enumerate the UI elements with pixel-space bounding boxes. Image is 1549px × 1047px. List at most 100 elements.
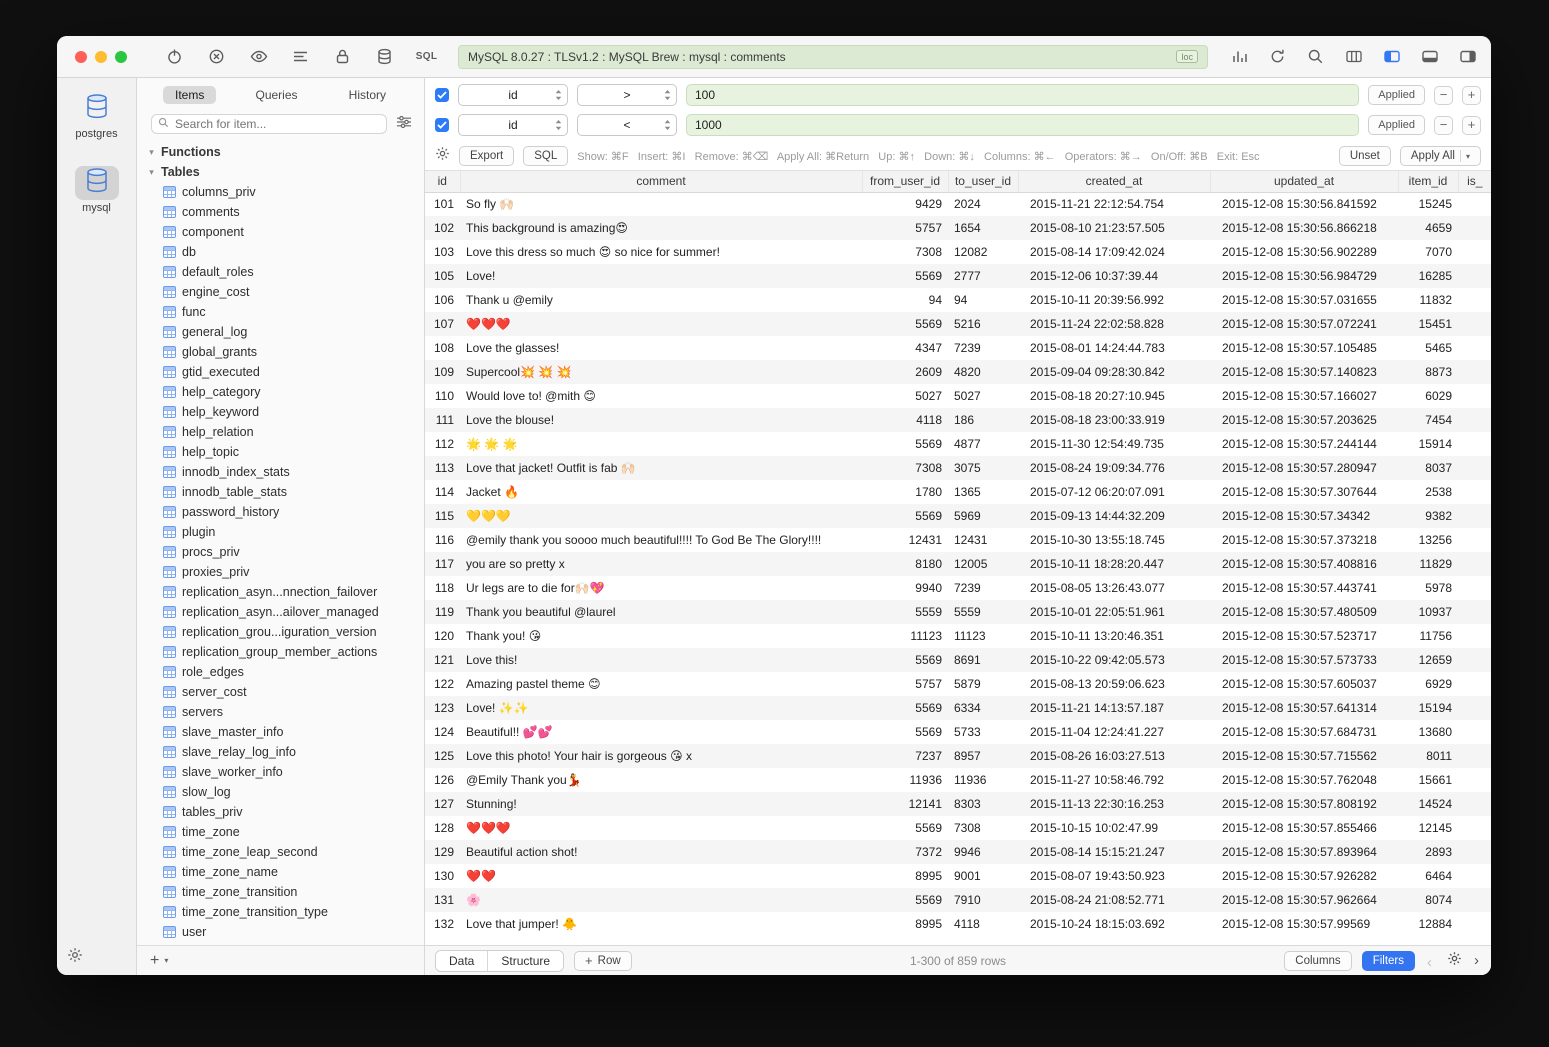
column-header-id[interactable]: id	[425, 171, 460, 192]
cell[interactable]: 4820	[948, 360, 1018, 384]
cell[interactable]: 110	[425, 384, 460, 408]
cell[interactable]: 132	[425, 912, 460, 936]
cell[interactable]: 5465	[1398, 336, 1458, 360]
cell[interactable]: 101	[425, 192, 460, 216]
cell[interactable]: 8074	[1398, 888, 1458, 912]
cell[interactable]: 2015-12-08 15:30:57.808192	[1210, 792, 1398, 816]
cell[interactable]: 2015-12-08 15:30:57.684731	[1210, 720, 1398, 744]
cell[interactable]: 106	[425, 288, 460, 312]
cell[interactable]: 2015-11-13 22:30:16.253	[1018, 792, 1210, 816]
cell[interactable]: 11829	[1398, 552, 1458, 576]
cell[interactable]: 11832	[1398, 288, 1458, 312]
cell[interactable]: 5559	[948, 600, 1018, 624]
sidebar-table-item[interactable]: password_history	[137, 502, 424, 522]
cell[interactable]	[1458, 528, 1491, 552]
cell[interactable]: 2015-08-14 15:15:21.247	[1018, 840, 1210, 864]
table-row[interactable]: 107❤️❤️❤️556952162015-11-24 22:02:58.828…	[425, 312, 1491, 336]
tab-history[interactable]: History	[337, 86, 398, 104]
cell[interactable]: Love! ✨✨	[460, 696, 862, 720]
connect-icon[interactable]	[165, 47, 184, 66]
cell[interactable]: 2015-12-08 15:30:57.926282	[1210, 864, 1398, 888]
cell[interactable]: 129	[425, 840, 460, 864]
cell[interactable]: 2015-12-08 15:30:57.34342	[1210, 504, 1398, 528]
cell[interactable]: 94	[862, 288, 948, 312]
cell[interactable]: 2015-11-27 10:58:46.792	[1018, 768, 1210, 792]
page-next-icon[interactable]: ›	[1472, 953, 1481, 968]
sidebar-table-item[interactable]: db	[137, 242, 424, 262]
cell[interactable]: 1780	[862, 480, 948, 504]
cell[interactable]: 2015-12-08 15:30:57.855466	[1210, 816, 1398, 840]
cell[interactable]	[1458, 432, 1491, 456]
search-input[interactable]	[173, 116, 380, 132]
cell[interactable]: Love this photo! Your hair is gorgeous 😘…	[460, 744, 862, 768]
cell[interactable]: ❤️❤️❤️	[460, 816, 862, 840]
cell[interactable]: 9946	[948, 840, 1018, 864]
cell[interactable]	[1458, 456, 1491, 480]
sidebar-table-item[interactable]: user	[137, 922, 424, 942]
cell[interactable]: 2015-12-08 15:30:57.031655	[1210, 288, 1398, 312]
cell[interactable]: 7910	[948, 888, 1018, 912]
filter-operator-select[interactable]: >	[577, 84, 677, 106]
sidebar-table-item[interactable]: time_zone	[137, 822, 424, 842]
column-header-is_[interactable]: is_	[1458, 171, 1491, 192]
cell[interactable]	[1458, 744, 1491, 768]
cell[interactable]: 2015-12-08 15:30:57.280947	[1210, 456, 1398, 480]
sidebar-table-item[interactable]: time_zone_transition	[137, 882, 424, 902]
minimize-window-button[interactable]	[95, 51, 107, 63]
cell[interactable]: 2015-11-21 14:13:57.187	[1018, 696, 1210, 720]
cell[interactable]: 2015-12-08 15:30:57.307644	[1210, 480, 1398, 504]
unset-button[interactable]: Unset	[1339, 146, 1391, 166]
cell[interactable]: 108	[425, 336, 460, 360]
cell[interactable]: Would love to! @mith 😊	[460, 384, 862, 408]
cell[interactable]: 9429	[862, 192, 948, 216]
sidebar-table-item[interactable]: time_zone_name	[137, 862, 424, 882]
cell[interactable]: 11936	[862, 768, 948, 792]
cell[interactable]: Amazing pastel theme 😊	[460, 672, 862, 696]
filter-field-select[interactable]: id	[458, 114, 568, 136]
cell[interactable]: 102	[425, 216, 460, 240]
cell[interactable]: 2015-10-24 18:15:03.692	[1018, 912, 1210, 936]
cell[interactable]	[1458, 576, 1491, 600]
cell[interactable]: 2015-08-24 19:09:34.776	[1018, 456, 1210, 480]
cell[interactable]: 125	[425, 744, 460, 768]
database-icon[interactable]	[375, 47, 394, 66]
cell[interactable]: 11756	[1398, 624, 1458, 648]
cell[interactable]: 9940	[862, 576, 948, 600]
cell[interactable]: 6464	[1398, 864, 1458, 888]
cell[interactable]: 7308	[862, 456, 948, 480]
data-tab-button[interactable]: Data	[436, 951, 487, 971]
cell[interactable]: 2015-10-11 18:28:20.447	[1018, 552, 1210, 576]
table-row[interactable]: 132Love that jumper! 🐥899541182015-10-24…	[425, 912, 1491, 936]
cell[interactable]: 6929	[1398, 672, 1458, 696]
cell[interactable]: 7070	[1398, 240, 1458, 264]
cell[interactable]	[1458, 384, 1491, 408]
sidebar-table-item[interactable]: engine_cost	[137, 282, 424, 302]
sidebar-table-item[interactable]: innodb_table_stats	[137, 482, 424, 502]
cell[interactable]: 2015-12-08 15:30:57.408816	[1210, 552, 1398, 576]
cell[interactable]: 5757	[862, 672, 948, 696]
cell[interactable]: 7308	[862, 240, 948, 264]
cell[interactable]: 💛💛💛	[460, 504, 862, 528]
cell[interactable]	[1458, 360, 1491, 384]
sidebar-table-item[interactable]: replication_asyn...ailover_managed	[137, 602, 424, 622]
cell[interactable]: 103	[425, 240, 460, 264]
cell[interactable]: 4877	[948, 432, 1018, 456]
cell[interactable]: 7372	[862, 840, 948, 864]
close-window-button[interactable]	[75, 51, 87, 63]
cell[interactable]: 2015-08-18 20:27:10.945	[1018, 384, 1210, 408]
cell[interactable]: 15451	[1398, 312, 1458, 336]
cell[interactable]: So fly 🙌🏻	[460, 192, 862, 216]
cell[interactable]: 5757	[862, 216, 948, 240]
table-row[interactable]: 119Thank you beautiful @laurel5559555920…	[425, 600, 1491, 624]
cell[interactable]: 5027	[862, 384, 948, 408]
chevron-down-icon[interactable]: ▾	[147, 167, 156, 178]
cell[interactable]: 120	[425, 624, 460, 648]
sidebar-table-item[interactable]: time_zone_leap_second	[137, 842, 424, 862]
cell[interactable]: 2015-08-26 16:03:27.513	[1018, 744, 1210, 768]
cell[interactable]	[1458, 888, 1491, 912]
sidebar-table-item[interactable]: component	[137, 222, 424, 242]
cell[interactable]: 7308	[948, 816, 1018, 840]
cell[interactable]: 1365	[948, 480, 1018, 504]
cell[interactable]: 7239	[948, 336, 1018, 360]
table-row[interactable]: 110Would love to! @mith 😊502750272015-08…	[425, 384, 1491, 408]
